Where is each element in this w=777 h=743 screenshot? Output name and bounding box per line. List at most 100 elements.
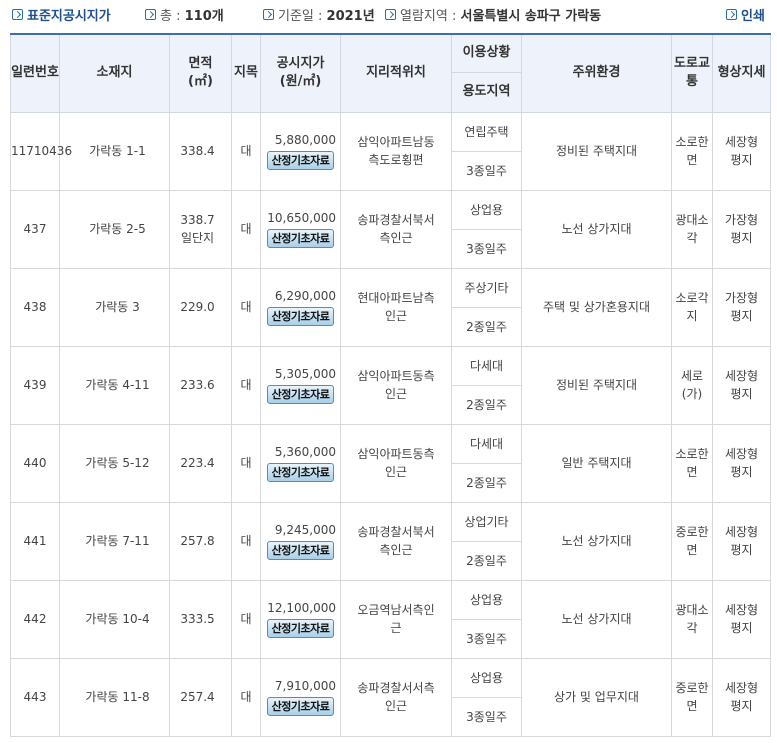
shape: 세장형평지 bbox=[724, 135, 759, 167]
road: 세로(가) bbox=[680, 369, 704, 401]
price-cell: 12,100,000 산정기초자료 bbox=[260, 579, 341, 659]
address: 가락동 3 bbox=[95, 300, 140, 314]
table-row: 439 가락동 4-11 233.6 대 5,305,000 산정기초자료 삼익아파트동측인… bbox=[10, 345, 771, 425]
location-cell: 삼익아파트동측인근 bbox=[340, 345, 452, 425]
calc-basis-button[interactable]: 산정기초자료 bbox=[266, 541, 335, 560]
shape-cell: 가장형평지 bbox=[712, 189, 771, 269]
address: 가락동 1-1 bbox=[89, 144, 146, 158]
shape-cell: 세장형평지 bbox=[712, 423, 771, 503]
header-address: 소재지 bbox=[59, 33, 170, 113]
calc-basis-button[interactable]: 산정기초자료 bbox=[266, 463, 335, 482]
jimok: 대 bbox=[240, 612, 252, 626]
shape: 세장형평지 bbox=[724, 525, 759, 557]
area-cell: 257.4 bbox=[169, 657, 232, 737]
usage-zone: 3종일주 bbox=[466, 709, 507, 724]
calc-basis-button[interactable]: 산정기초자료 bbox=[266, 697, 335, 716]
shape: 세장형평지 bbox=[724, 447, 759, 479]
serial-cell: 438 bbox=[10, 267, 60, 347]
jimok-cell: 대 bbox=[231, 579, 261, 659]
print-label: 인쇄 bbox=[741, 9, 765, 24]
region-label: 열람지역 : bbox=[400, 9, 457, 24]
usage-zone-cell: 3종일주 bbox=[451, 228, 522, 269]
region-item: 열람지역 : 서울특별시 송파구 가락동 bbox=[385, 5, 601, 24]
arrow-icon bbox=[145, 9, 156, 20]
usage-zone-cell: 2종일주 bbox=[451, 462, 522, 503]
serial-cell: 442 bbox=[10, 579, 60, 659]
calc-basis-button[interactable]: 산정기초자료 bbox=[266, 619, 335, 638]
jimok-cell: 대 bbox=[231, 501, 261, 581]
area: 223.4 bbox=[180, 456, 215, 470]
usage-status: 상업용 bbox=[469, 202, 504, 217]
region-value: 서울특별시 송파구 가락동 bbox=[460, 9, 602, 24]
header-surroundings: 주위환경 bbox=[521, 33, 672, 113]
price: 9,245,000 bbox=[274, 523, 336, 537]
location: 송파경찰서서측인근 bbox=[357, 681, 435, 713]
road-cell: 광대소각 bbox=[671, 189, 713, 269]
address: 가락동 10-4 bbox=[85, 612, 150, 626]
road: 소로한면 bbox=[675, 135, 709, 167]
usage-zone: 3종일주 bbox=[466, 163, 507, 178]
calc-basis-button[interactable]: 산정기초자료 bbox=[266, 151, 335, 170]
jimok-cell: 대 bbox=[231, 423, 261, 503]
surroundings-cell: 정비된 주택지대 bbox=[521, 345, 672, 425]
usage-status: 상업기타 bbox=[464, 514, 509, 529]
surroundings-cell: 노선 상가지대 bbox=[521, 501, 672, 581]
location: 현대아파트남측인근 bbox=[357, 291, 435, 323]
location-cell: 삼익아파트남동측도로횡편 bbox=[340, 111, 452, 191]
calc-basis-button[interactable]: 산정기초자료 bbox=[266, 385, 335, 404]
address-cell: 가락동 1-1 bbox=[59, 111, 170, 191]
base-label: 기준일 : bbox=[278, 9, 323, 24]
header-area: 면적 (㎡) bbox=[169, 33, 232, 113]
usage-zone-cell: 2종일주 bbox=[451, 306, 522, 347]
jimok: 대 bbox=[240, 534, 252, 548]
road-cell: 중로한면 bbox=[671, 657, 713, 737]
table-row: 11710436 가락동 1-1 338.4 대 5,880,000 산정기초자료 삼익아파… bbox=[10, 111, 771, 191]
address-cell: 가락동 10-4 bbox=[59, 579, 170, 659]
area-note: 일단지 bbox=[180, 231, 215, 245]
shape-cell: 세장형평지 bbox=[712, 657, 771, 737]
road: 광대소각 bbox=[675, 213, 709, 245]
header-jimok: 지목 bbox=[231, 33, 261, 113]
jimok: 대 bbox=[240, 378, 252, 392]
surroundings: 노선 상가지대 bbox=[561, 534, 632, 548]
price-cell: 6,290,000 산정기초자료 bbox=[260, 267, 341, 347]
location-cell: 현대아파트남측인근 bbox=[340, 267, 452, 347]
area: 257.4 bbox=[180, 690, 215, 704]
road: 광대소각 bbox=[675, 603, 709, 635]
address: 가락동 7-11 bbox=[85, 534, 150, 548]
address-cell: 가락동 3 bbox=[59, 267, 170, 347]
surroundings: 정비된 주택지대 bbox=[555, 378, 638, 392]
usage-zone: 2종일주 bbox=[466, 475, 507, 490]
serial-cell: 11710436 bbox=[10, 111, 72, 191]
road: 소로각지 bbox=[675, 291, 709, 323]
price: 12,100,000 bbox=[267, 601, 336, 615]
price: 10,650,000 bbox=[267, 211, 336, 225]
road: 중로한면 bbox=[675, 525, 709, 557]
address: 가락동 2-5 bbox=[89, 222, 146, 236]
calc-basis-button[interactable]: 산정기초자료 bbox=[266, 229, 335, 248]
usage-zone: 2종일주 bbox=[466, 553, 507, 568]
location: 오금역남서측인근 bbox=[357, 603, 435, 635]
surroundings: 상가 및 업무지대 bbox=[554, 690, 639, 704]
area-cell: 229.0 bbox=[169, 267, 232, 347]
arrow-icon bbox=[263, 9, 274, 20]
calc-basis-button[interactable]: 산정기초자료 bbox=[266, 307, 335, 326]
surroundings: 주택 및 상가혼용지대 bbox=[543, 300, 650, 314]
arrow-icon bbox=[12, 9, 23, 20]
jimok: 대 bbox=[240, 456, 252, 470]
surroundings-cell: 주택 및 상가혼용지대 bbox=[521, 267, 672, 347]
jimok: 대 bbox=[240, 300, 252, 314]
usage-status-cell: 상업용 bbox=[451, 579, 522, 620]
usage-status-cell: 상업용 bbox=[451, 657, 522, 698]
print-button[interactable]: 인쇄 bbox=[726, 5, 765, 24]
page-title: 표준지공시지가 bbox=[27, 9, 111, 24]
serial-cell: 441 bbox=[10, 501, 60, 581]
jimok-cell: 대 bbox=[231, 189, 261, 269]
surroundings: 일반 주택지대 bbox=[561, 456, 632, 470]
area: 257.8 bbox=[180, 534, 215, 548]
road-cell: 소로한면 bbox=[671, 423, 713, 503]
usage-zone: 3종일주 bbox=[466, 631, 507, 646]
address-cell: 가락동 5-12 bbox=[59, 423, 170, 503]
area-cell: 233.6 bbox=[169, 345, 232, 425]
usage-zone-cell: 2종일주 bbox=[451, 384, 522, 425]
